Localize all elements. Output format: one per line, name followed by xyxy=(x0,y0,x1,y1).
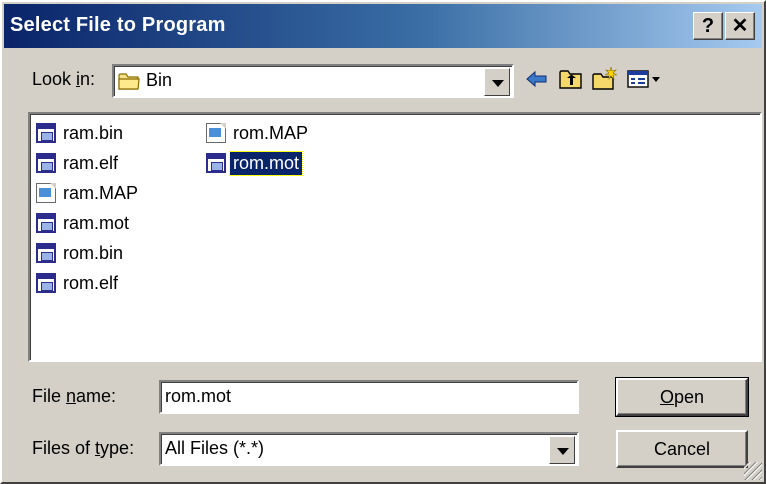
application-file-icon xyxy=(206,153,226,173)
application-file-icon xyxy=(36,243,56,263)
file-name-label: File name: xyxy=(32,386,117,406)
file-type-label: Files of type: xyxy=(32,438,135,458)
file-name-value: rom.mot xyxy=(165,386,232,406)
file-item-selected[interactable]: rom.mot xyxy=(206,150,304,176)
view-menu-icon[interactable] xyxy=(625,65,665,93)
close-button[interactable]: ✕ xyxy=(725,12,755,40)
file-type-combobox[interactable]: All Files (*.*) xyxy=(159,432,579,466)
file-name-input[interactable]: rom.mot xyxy=(159,380,579,414)
look-in-combobox[interactable]: Bin xyxy=(112,64,514,98)
open-button[interactable]: Open xyxy=(615,377,749,417)
resize-grip[interactable] xyxy=(744,462,762,480)
file-list[interactable]: ram.bin ram.elf ram.MAP ram.mot rom.bin … xyxy=(28,112,762,362)
cancel-button[interactable]: Cancel xyxy=(616,430,748,468)
chevron-down-icon xyxy=(557,448,569,455)
up-folder-icon[interactable] xyxy=(557,65,585,93)
back-arrow-icon[interactable] xyxy=(523,65,551,93)
look-in-dropdown-button[interactable] xyxy=(484,68,510,96)
document-file-icon xyxy=(206,123,226,143)
title-bar[interactable]: Select File to Program ? ✕ xyxy=(4,4,762,48)
application-file-icon xyxy=(36,213,56,233)
folder-icon xyxy=(118,73,140,90)
file-item[interactable]: ram.MAP xyxy=(36,180,141,206)
select-file-dialog: Select File to Program ? ✕ Look in: Bin … xyxy=(0,0,766,484)
file-item[interactable]: ram.elf xyxy=(36,150,121,176)
file-item[interactable]: ram.mot xyxy=(36,210,132,236)
chevron-down-icon xyxy=(492,80,504,87)
application-file-icon xyxy=(36,123,56,143)
new-folder-icon[interactable] xyxy=(591,65,619,93)
file-item[interactable]: ram.bin xyxy=(36,120,126,146)
file-item[interactable]: rom.bin xyxy=(36,240,126,266)
file-type-value: All Files (*.*) xyxy=(165,438,265,458)
look-in-label: Look in: xyxy=(32,69,96,89)
document-file-icon xyxy=(36,183,56,203)
help-button[interactable]: ? xyxy=(693,12,723,40)
dialog-title: Select File to Program xyxy=(10,14,226,36)
look-in-value: Bin xyxy=(146,70,173,90)
file-item[interactable]: rom.MAP xyxy=(206,120,311,146)
file-type-dropdown-button[interactable] xyxy=(549,436,575,464)
application-file-icon xyxy=(36,273,56,293)
application-file-icon xyxy=(36,153,56,173)
file-item[interactable]: rom.elf xyxy=(36,270,121,296)
